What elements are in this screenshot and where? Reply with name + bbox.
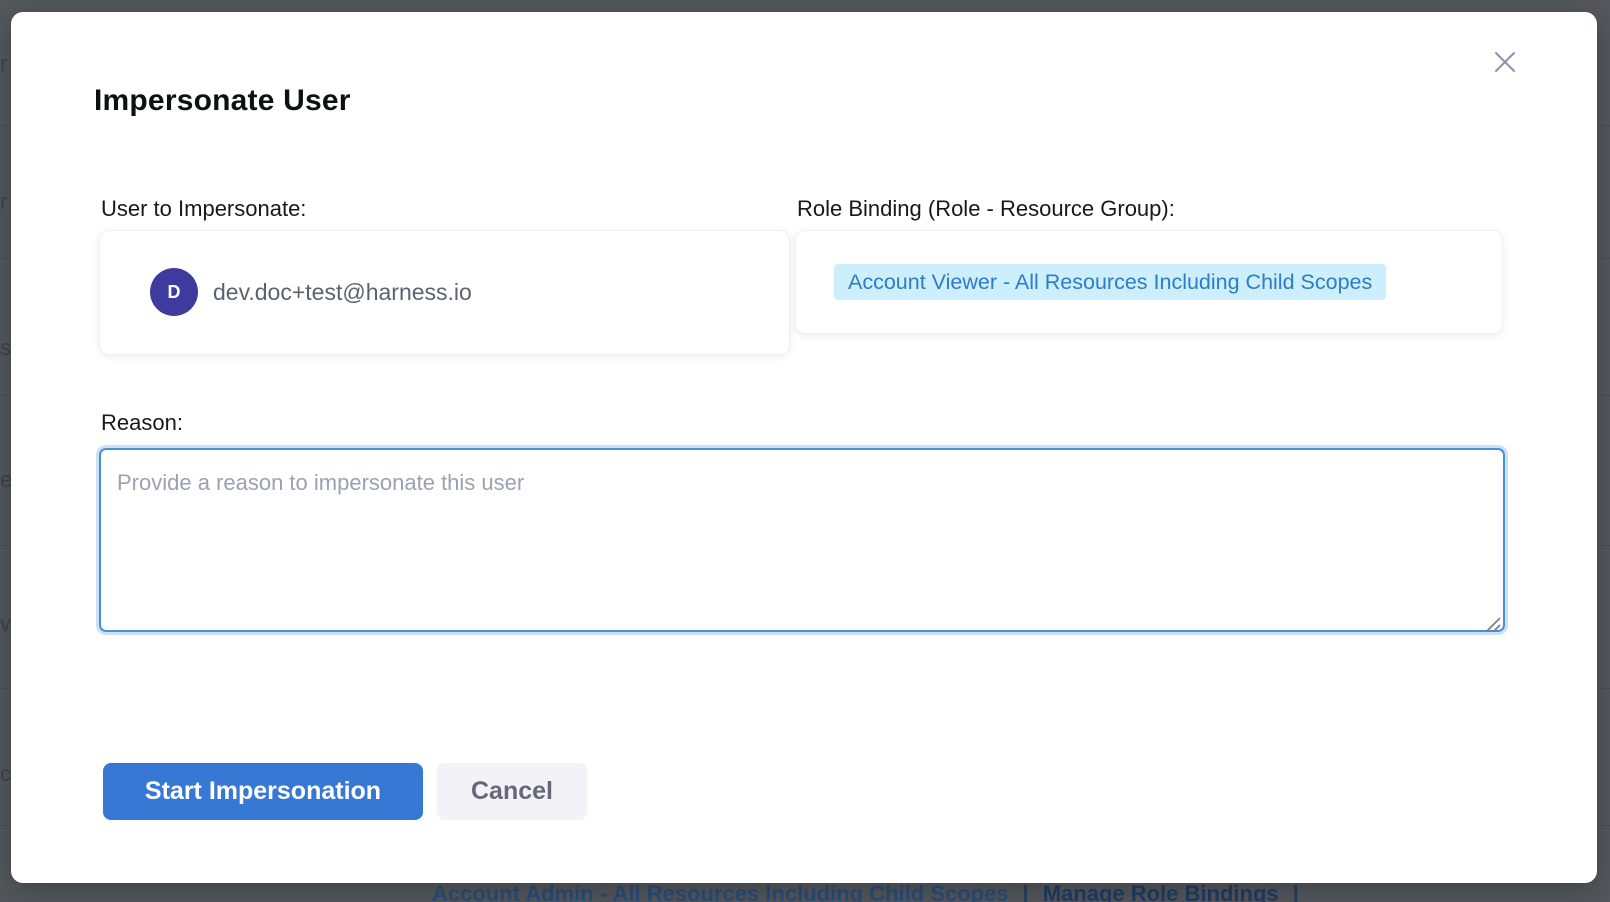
close-icon [1490, 47, 1520, 77]
user-avatar: D [150, 268, 198, 316]
reason-input[interactable] [99, 448, 1505, 632]
modal-title: Impersonate User [94, 84, 351, 118]
cancel-button[interactable]: Cancel [437, 763, 587, 820]
background-text-fragment: s [0, 336, 11, 360]
user-email: dev.doc+test@harness.io [213, 231, 472, 354]
background-separator: | [1023, 881, 1029, 902]
impersonate-user-modal: Impersonate User User to Impersonate: D … [11, 12, 1597, 883]
background-role-binding-link: Account Admin - All Resources Including … [432, 881, 1009, 902]
user-to-impersonate-label: User to Impersonate: [101, 196, 306, 222]
reason-label: Reason: [101, 410, 183, 436]
start-impersonation-button[interactable]: Start Impersonation [103, 763, 423, 820]
role-binding-card: Account Viewer - All Resources Including… [795, 230, 1503, 334]
background-text-fragment: r [0, 52, 7, 76]
role-binding-chip: Account Viewer - All Resources Including… [834, 264, 1386, 300]
background-separator: | [1293, 881, 1299, 902]
background-text-fragment: r [0, 190, 7, 214]
background-manage-role-bindings: Manage Role Bindings [1043, 881, 1279, 902]
close-button[interactable] [1488, 45, 1522, 79]
role-binding-label: Role Binding (Role - Resource Group): [797, 196, 1175, 222]
background-bottom-row: Account Admin - All Resources Including … [432, 881, 1299, 902]
user-card: D dev.doc+test@harness.io [99, 230, 790, 355]
